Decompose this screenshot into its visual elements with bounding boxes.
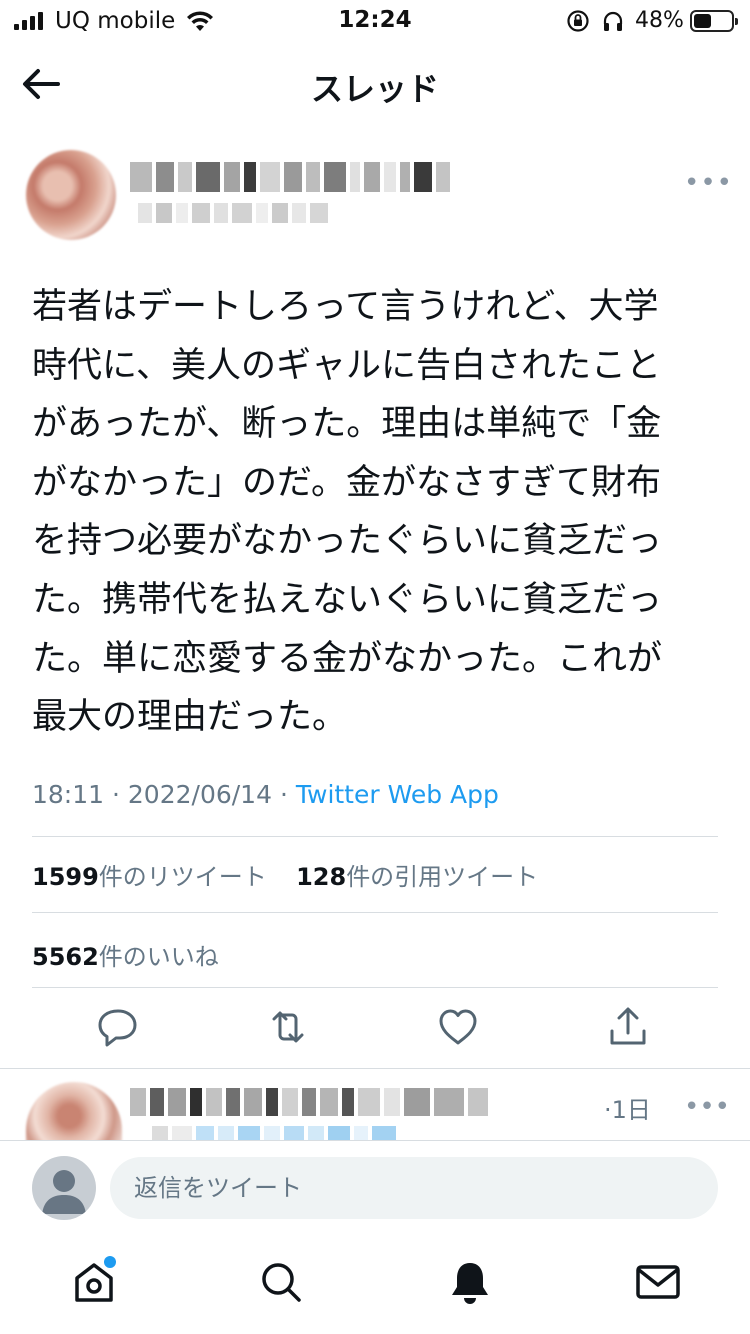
divider bbox=[32, 912, 718, 913]
tweet-time: 18:11 bbox=[32, 780, 105, 809]
more-dots-icon[interactable]: ••• bbox=[684, 1092, 730, 1122]
reply-icon[interactable] bbox=[96, 1005, 140, 1049]
battery-percent: 48% bbox=[635, 8, 684, 33]
orientation-lock-icon bbox=[567, 10, 589, 32]
nav-header: スレッド bbox=[0, 44, 750, 124]
default-user-icon bbox=[42, 1170, 86, 1214]
retweet-stats: 1599件のリツイート 128件の引用ツイート bbox=[32, 857, 538, 892]
divider bbox=[32, 987, 718, 988]
reply-input[interactable] bbox=[110, 1157, 718, 1219]
reply-author-name-redacted[interactable] bbox=[130, 1088, 488, 1116]
meta-separator: · bbox=[279, 780, 288, 809]
author-name-redacted[interactable] bbox=[130, 162, 450, 192]
battery-level bbox=[694, 14, 711, 28]
divider bbox=[32, 836, 718, 837]
quotes-count: 128 bbox=[296, 863, 347, 891]
tweet-actions bbox=[0, 1005, 750, 1055]
new-content-dot bbox=[104, 1256, 116, 1268]
status-bar: UQ mobile 12:24 48% bbox=[0, 0, 750, 44]
reply-time: ·1日 bbox=[604, 1096, 651, 1124]
likes-count: 5562 bbox=[32, 943, 99, 971]
likes-label: 件のいいね bbox=[98, 943, 219, 971]
meta-separator: · bbox=[112, 780, 120, 809]
more-dots-icon[interactable]: ••• bbox=[684, 168, 733, 198]
mail-icon[interactable] bbox=[634, 1258, 682, 1306]
tweet-date: 2022/06/14 bbox=[127, 780, 272, 809]
likes-link[interactable]: 5562件のいいね bbox=[32, 937, 219, 972]
source-app-link[interactable]: Twitter Web App bbox=[296, 780, 499, 809]
quotes-link[interactable]: 128件の引用ツイート bbox=[296, 863, 538, 891]
divider bbox=[0, 1068, 750, 1069]
retweet-icon[interactable] bbox=[266, 1005, 310, 1049]
heart-icon[interactable] bbox=[436, 1005, 480, 1049]
bottom-tab-bar bbox=[0, 1236, 750, 1334]
author-avatar[interactable] bbox=[26, 150, 116, 240]
search-icon[interactable] bbox=[257, 1258, 305, 1306]
headphones-icon bbox=[603, 11, 623, 31]
compose-bar bbox=[0, 1140, 750, 1236]
tweet-meta: 18:11 · 2022/06/14 · Twitter Web App bbox=[32, 780, 499, 809]
retweets-count: 1599 bbox=[32, 863, 99, 891]
user-avatar[interactable] bbox=[32, 1156, 96, 1220]
battery-icon bbox=[690, 10, 738, 32]
quotes-label: 件の引用ツイート bbox=[346, 863, 539, 891]
reply-author-avatar[interactable] bbox=[26, 1082, 122, 1144]
share-icon[interactable] bbox=[606, 1005, 650, 1049]
bell-icon[interactable] bbox=[446, 1258, 494, 1306]
retweets-link[interactable]: 1599件のリツイート bbox=[32, 863, 267, 891]
author-handle-redacted bbox=[138, 203, 328, 223]
page-title: スレッド bbox=[310, 70, 439, 108]
tweet-text: 若者はデートしろって言うけれど、大学 時代に、美人のギャルに告白されたこと があ… bbox=[32, 287, 663, 738]
divider bbox=[0, 1140, 750, 1141]
retweets-label: 件のリツイート bbox=[98, 863, 267, 891]
